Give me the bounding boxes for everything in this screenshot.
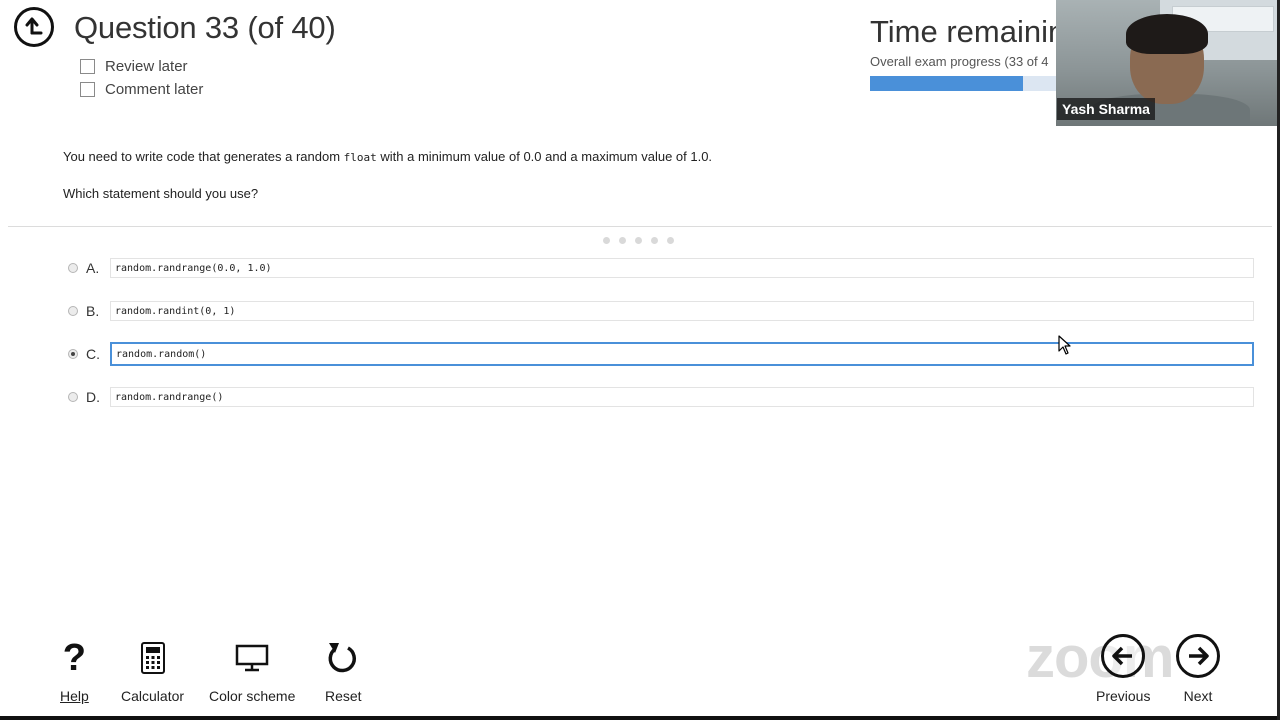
checkbox-box[interactable] <box>80 82 95 97</box>
exam-progress-bar <box>870 76 1056 91</box>
question-mark-icon: ? <box>62 637 86 679</box>
answer-code[interactable]: random.randint(0, 1) <box>110 301 1254 321</box>
comment-later-checkbox[interactable]: Comment later <box>80 81 203 98</box>
participant-hair <box>1126 14 1208 54</box>
answer-code[interactable]: random.randrange(0.0, 1.0) <box>110 258 1254 278</box>
calculator-icon <box>140 638 165 678</box>
question-prompt: Which statement should you use? <box>63 186 259 201</box>
next-label: Next <box>1183 688 1213 704</box>
divider <box>8 226 1272 227</box>
question-stem: You need to write code that generates a … <box>63 149 712 164</box>
color-scheme-button[interactable]: Color scheme <box>209 638 295 704</box>
help-button[interactable]: ? Help <box>60 638 89 704</box>
answer-radio[interactable] <box>68 306 78 316</box>
review-later-checkbox[interactable]: Review later <box>80 58 188 75</box>
answer-code[interactable]: random.randrange() <box>110 387 1254 407</box>
answer-radio[interactable] <box>68 392 78 402</box>
right-arrow-icon <box>1176 634 1220 678</box>
exam-progress-label: Overall exam progress (33 of 4 <box>870 54 1049 69</box>
time-remaining-title: Time remainin <box>870 14 1066 49</box>
handle-dot <box>635 237 642 244</box>
answer-code[interactable]: random.random() <box>110 342 1254 366</box>
stem-inline-code: float <box>343 151 377 164</box>
answer-radio[interactable] <box>68 263 78 273</box>
answer-letter: B. <box>86 303 100 319</box>
up-arrow-icon <box>25 17 43 35</box>
monitor-icon <box>235 638 269 678</box>
answer-option-b[interactable]: B. random.randint(0, 1) <box>68 299 1254 323</box>
previous-button[interactable]: Previous <box>1096 634 1150 704</box>
color-scheme-label: Color scheme <box>209 688 296 704</box>
exam-progress-fill <box>870 76 1024 91</box>
participant-name-label: Yash Sharma <box>1057 98 1155 120</box>
handle-dot <box>619 237 626 244</box>
answer-radio[interactable] <box>68 349 78 359</box>
mouse-pointer-icon <box>1058 335 1071 355</box>
comment-later-label: Comment later <box>105 81 204 98</box>
handle-dot <box>603 237 610 244</box>
stem-text-before: You need to write code that generates a … <box>63 149 344 164</box>
answer-letter: A. <box>86 260 100 276</box>
answer-option-d[interactable]: D. random.randrange() <box>68 385 1254 409</box>
answer-letter: D. <box>86 389 100 405</box>
handle-dot <box>651 237 658 244</box>
calculator-button[interactable]: Calculator <box>121 638 184 704</box>
reset-icon <box>326 638 360 678</box>
back-to-overview-button[interactable] <box>14 7 54 47</box>
review-later-label: Review later <box>105 58 188 75</box>
checkbox-box[interactable] <box>80 59 95 74</box>
help-label: Help <box>60 688 89 704</box>
answer-option-a[interactable]: A. random.randrange(0.0, 1.0) <box>68 256 1254 280</box>
next-button[interactable]: Next <box>1176 634 1220 704</box>
answer-option-c[interactable]: C. random.random() <box>68 342 1254 366</box>
handle-dot <box>667 237 674 244</box>
calculator-label: Calculator <box>121 688 185 704</box>
window-bottom-border <box>0 716 1280 720</box>
stem-text-after: with a minimum value of 0.0 and a maximu… <box>376 149 713 164</box>
reset-button[interactable]: Reset <box>325 638 362 704</box>
answer-letter: C. <box>86 346 100 362</box>
left-arrow-icon <box>1101 634 1146 678</box>
question-title: Question 33 (of 40) <box>74 10 336 45</box>
previous-label: Previous <box>1096 688 1151 704</box>
pane-resize-handle[interactable] <box>603 237 674 244</box>
reset-label: Reset <box>325 688 362 704</box>
